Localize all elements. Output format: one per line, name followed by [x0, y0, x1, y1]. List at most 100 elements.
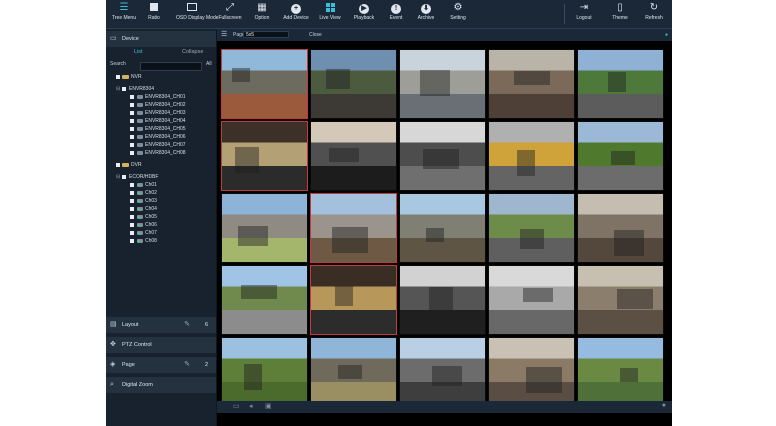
archive-button[interactable]: ⬇ Archive — [410, 3, 442, 27]
camera-tile[interactable] — [221, 193, 308, 263]
snapshot-icon[interactable]: ▣ — [265, 402, 272, 410]
tree-channel-item[interactable]: ENVR8304_CH04 — [106, 117, 216, 125]
channel-checkbox[interactable] — [130, 207, 134, 211]
page-section-header[interactable]: ◈ Page ✎ 2 — [106, 357, 216, 373]
osd-display-button[interactable]: OSD Display Mode — [176, 3, 219, 27]
camera-tile[interactable] — [399, 337, 486, 407]
theme-button[interactable]: ▯ Theme — [604, 3, 636, 27]
channel-checkbox[interactable] — [130, 143, 134, 147]
event-button[interactable]: ! Event — [380, 3, 412, 27]
channel-checkbox[interactable] — [130, 231, 134, 235]
group-checkbox[interactable] — [116, 163, 120, 167]
camera-tile[interactable] — [399, 193, 486, 263]
tree-group-dvr[interactable]: DVR — [106, 161, 216, 169]
device-checkbox[interactable] — [122, 175, 126, 179]
channel-checkbox[interactable] — [130, 239, 134, 243]
tree-channel-item[interactable]: ENVR8304_CH07 — [106, 141, 216, 149]
ratio-button[interactable]: Ratio — [138, 3, 170, 27]
page-layout-input[interactable]: 5x5 — [243, 31, 289, 38]
tree-menu-button[interactable]: ☰ Tree Menu — [108, 3, 140, 27]
camera-tile[interactable] — [577, 193, 664, 263]
camera-tile[interactable] — [221, 265, 308, 335]
tree-group-nvr[interactable]: NVR — [106, 73, 216, 81]
channel-checkbox[interactable] — [130, 199, 134, 203]
camera-tile[interactable] — [310, 265, 397, 335]
tree-device-nvr[interactable]: ⊟ ENVR8304 — [106, 85, 216, 93]
tree-channel-item[interactable]: ENVR8304_CH02 — [106, 101, 216, 109]
tree-channel-item[interactable]: Ch03 — [106, 197, 216, 205]
tree-device-dvr[interactable]: ⊟ ECOR/HDBF — [106, 173, 216, 181]
camera-tile[interactable] — [310, 121, 397, 191]
expand-toggle-icon[interactable]: ⊟ — [116, 85, 120, 93]
logout-button[interactable]: ⇥ Logout — [568, 3, 600, 27]
add-device-button[interactable]: + Add Device — [280, 3, 312, 27]
camera-tile[interactable] — [310, 193, 397, 263]
tree-channel-item[interactable]: Ch07 — [106, 229, 216, 237]
channel-checkbox[interactable] — [130, 103, 134, 107]
edit-icon[interactable]: ✎ — [184, 357, 190, 373]
search-all-button[interactable]: All — [206, 61, 212, 67]
camera-tile[interactable] — [221, 121, 308, 191]
tree-channel-item[interactable]: Ch06 — [106, 221, 216, 229]
camera-tile[interactable] — [577, 265, 664, 335]
channel-checkbox[interactable] — [130, 183, 134, 187]
group-checkbox[interactable] — [116, 75, 120, 79]
camera-tile[interactable] — [221, 49, 308, 119]
zoom-section-header[interactable]: ⌕ Digital Zoom — [106, 377, 216, 393]
tree-channel-item[interactable]: Ch01 — [106, 181, 216, 189]
tree-channel-item[interactable]: ENVR8304_CH08 — [106, 149, 216, 157]
ptz-section-header[interactable]: ✥ PTZ Control — [106, 337, 216, 353]
camera-tile[interactable] — [399, 265, 486, 335]
tree-channel-item[interactable]: ENVR8304_CH01 — [106, 93, 216, 101]
tab-collapse[interactable]: Collapse — [182, 49, 203, 55]
device-section-header[interactable]: ▭ Device — [106, 31, 216, 47]
setting-button[interactable]: ⚙ Setting — [442, 3, 474, 27]
expand-toggle-icon[interactable]: ⊟ — [116, 173, 120, 181]
tab-list[interactable]: List — [134, 49, 143, 55]
device-checkbox[interactable] — [122, 87, 126, 91]
channel-checkbox[interactable] — [130, 215, 134, 219]
channel-checkbox[interactable] — [130, 127, 134, 131]
camera-tile[interactable] — [488, 49, 575, 119]
channel-checkbox[interactable] — [130, 119, 134, 123]
camera-tile[interactable] — [488, 265, 575, 335]
camera-tile[interactable] — [310, 337, 397, 407]
channel-checkbox[interactable] — [130, 135, 134, 139]
tree-channel-item[interactable]: ENVR8304_CH05 — [106, 125, 216, 133]
channel-checkbox[interactable] — [130, 191, 134, 195]
camera-icon[interactable]: ▭ — [233, 402, 240, 410]
tree-channel-item[interactable]: Ch05 — [106, 213, 216, 221]
info-icon[interactable]: ● — [662, 402, 666, 409]
camera-tile[interactable] — [577, 121, 664, 191]
audio-icon[interactable]: ◂ — [249, 402, 253, 410]
camera-tile[interactable] — [577, 49, 664, 119]
layout-section-header[interactable]: ▤ Layout ✎ 6 — [106, 317, 216, 333]
channel-checkbox[interactable] — [130, 151, 134, 155]
tree-channel-item[interactable]: ENVR8304_CH03 — [106, 109, 216, 117]
tree-channel-item[interactable]: Ch02 — [106, 189, 216, 197]
tree-channel-item[interactable]: ENVR8304_CH06 — [106, 133, 216, 141]
camera-tile[interactable] — [488, 337, 575, 407]
camera-tile[interactable] — [488, 193, 575, 263]
camera-tile[interactable] — [221, 337, 308, 407]
camera-tile[interactable] — [488, 121, 575, 191]
camera-tile[interactable] — [399, 49, 486, 119]
logout-icon: ⇥ — [579, 2, 589, 13]
fullscreen-button[interactable]: ⤢ Fullscreen — [214, 3, 246, 27]
tree-channel-item[interactable]: Ch04 — [106, 205, 216, 213]
camera-tile[interactable] — [310, 49, 397, 119]
playback-button[interactable]: ▶ Playback — [348, 3, 380, 27]
channel-checkbox[interactable] — [130, 223, 134, 227]
channel-checkbox[interactable] — [130, 95, 134, 99]
option-button[interactable]: ▦ Option — [246, 3, 278, 27]
list-icon[interactable]: ☰ — [221, 29, 227, 41]
edit-icon[interactable]: ✎ — [184, 317, 190, 333]
search-input[interactable] — [140, 62, 202, 71]
refresh-button[interactable]: ↻ Refresh — [638, 3, 670, 27]
camera-tile[interactable] — [399, 121, 486, 191]
channel-checkbox[interactable] — [130, 111, 134, 115]
camera-tile[interactable] — [577, 337, 664, 407]
tree-channel-item[interactable]: Ch08 — [106, 237, 216, 245]
close-button[interactable]: Close — [309, 29, 322, 41]
live-view-button[interactable]: Live View — [314, 3, 346, 27]
